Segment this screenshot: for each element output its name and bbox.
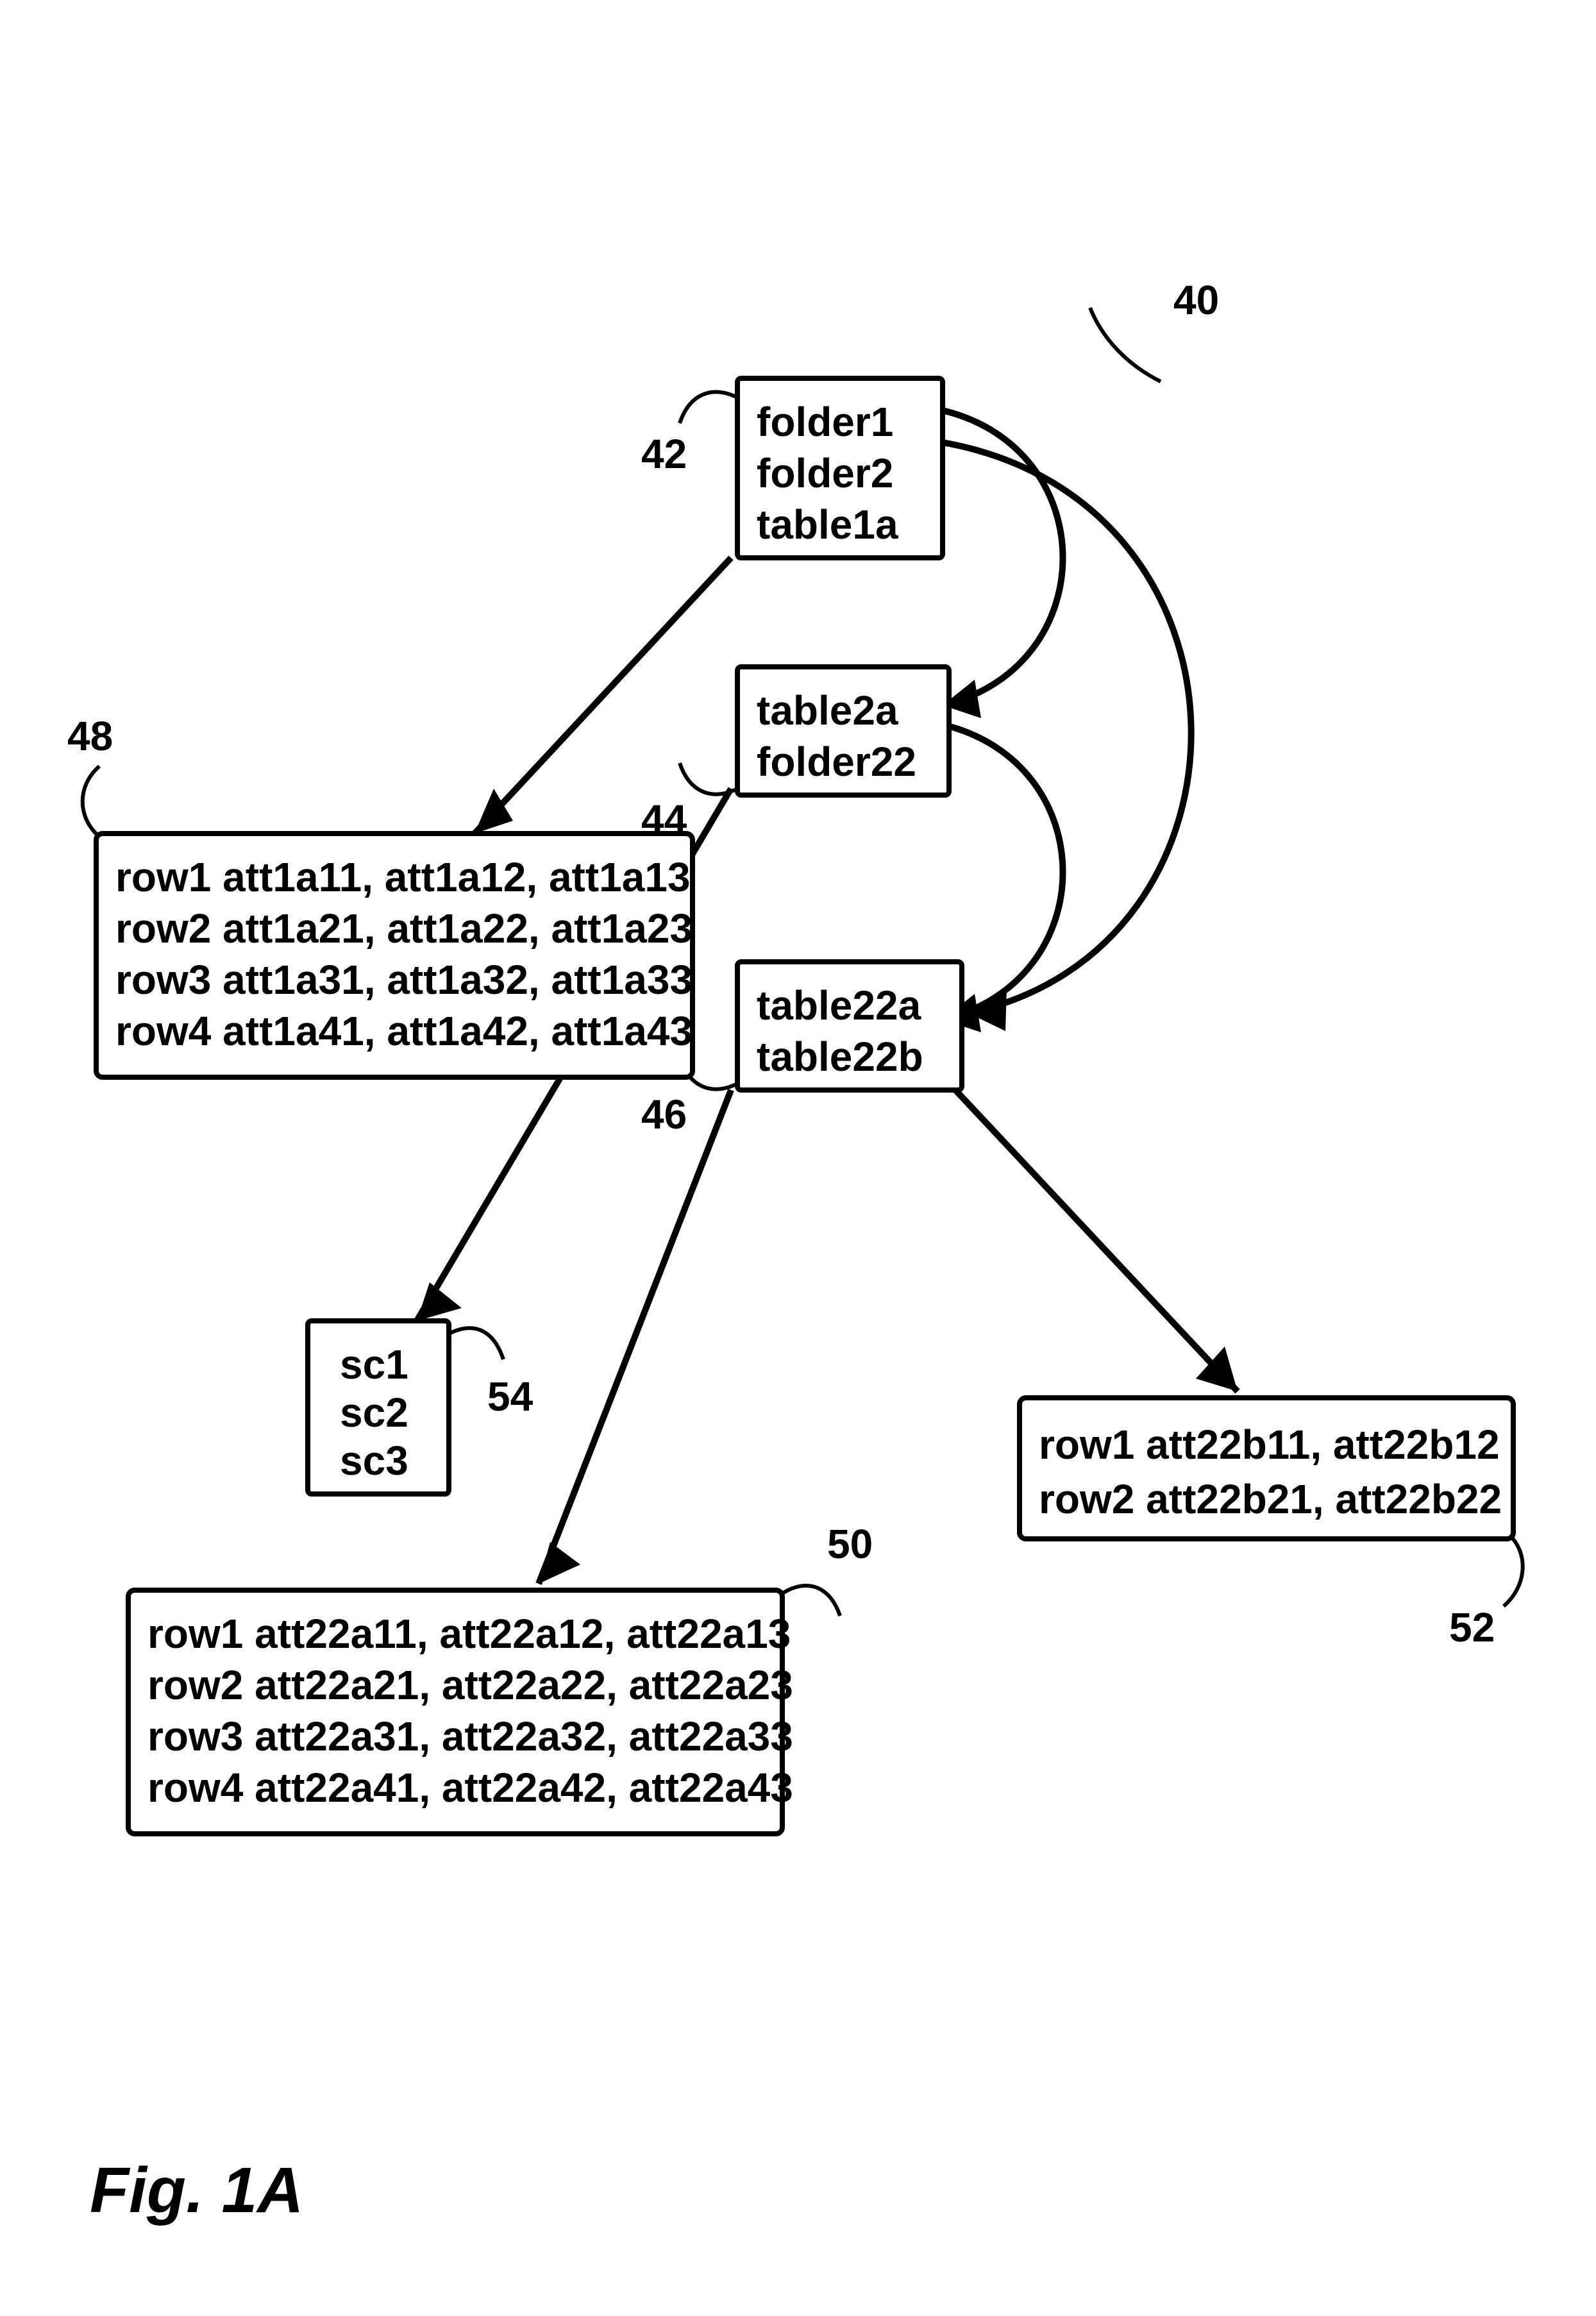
node-50: row1 att22a11, att22a12, att22a13 row2 a… <box>128 1521 873 1834</box>
ref-40: 40 <box>1173 277 1219 323</box>
node-44-line-0: table2a <box>757 687 898 734</box>
ref-48: 48 <box>67 713 113 759</box>
ref-42: 42 <box>641 431 687 477</box>
node-52: row1 att22b11, att22b12 row2 att22b21, a… <box>1020 1398 1523 1650</box>
node-52-line-1: row2 att22b21, att22b22 <box>1039 1476 1502 1522</box>
node-54-line-2: sc3 <box>340 1438 408 1484</box>
node-48-line-1: row2 att1a21, att1a22, att1a23 <box>115 905 693 952</box>
node-46-line-0: table22a <box>757 982 921 1028</box>
node-52-line-0: row1 att22b11, att22b12 <box>1039 1422 1500 1468</box>
node-54: sc1 sc2 sc3 54 <box>308 1321 533 1494</box>
node-44-line-1: folder22 <box>757 739 916 785</box>
node-46-line-1: table22b <box>757 1034 923 1080</box>
node-48-line-3: row4 att1a41, att1a42, att1a43 <box>115 1008 693 1054</box>
node-42-line-1: folder2 <box>757 450 893 496</box>
ref-46: 46 <box>641 1091 687 1137</box>
node-50-line-2: row3 att22a31, att22a32, att22a33 <box>147 1713 793 1759</box>
node-44: table2a folder22 44 <box>641 667 949 843</box>
node-48: row1 att1a11, att1a12, att1a13 row2 att1… <box>67 713 693 1077</box>
node-48-line-2: row3 att1a31, att1a32, att1a33 <box>115 957 693 1003</box>
node-48-line-0: row1 att1a11, att1a12, att1a13 <box>115 854 691 900</box>
node-42: folder1 folder2 table1a 42 <box>641 378 943 558</box>
diagram-canvas: 40 folder1 folder2 table1a 42 table2a fo… <box>0 0 1596 2316</box>
node-50-line-1: row2 att22a21, att22a22, att22a23 <box>147 1662 793 1708</box>
ref-54: 54 <box>487 1373 533 1420</box>
node-42-line-2: table1a <box>757 501 898 548</box>
ref-50: 50 <box>827 1521 873 1567</box>
node-50-line-0: row1 att22a11, att22a12, att22a13 <box>147 1611 791 1657</box>
node-50-line-3: row4 att22a41, att22a42, att22a43 <box>147 1765 793 1811</box>
node-54-line-0: sc1 <box>340 1341 408 1388</box>
figure-caption: Fig. 1A <box>90 2154 303 2226</box>
ref-52: 52 <box>1449 1604 1495 1650</box>
node-42-line-0: folder1 <box>757 399 893 445</box>
node-54-line-1: sc2 <box>340 1389 408 1436</box>
